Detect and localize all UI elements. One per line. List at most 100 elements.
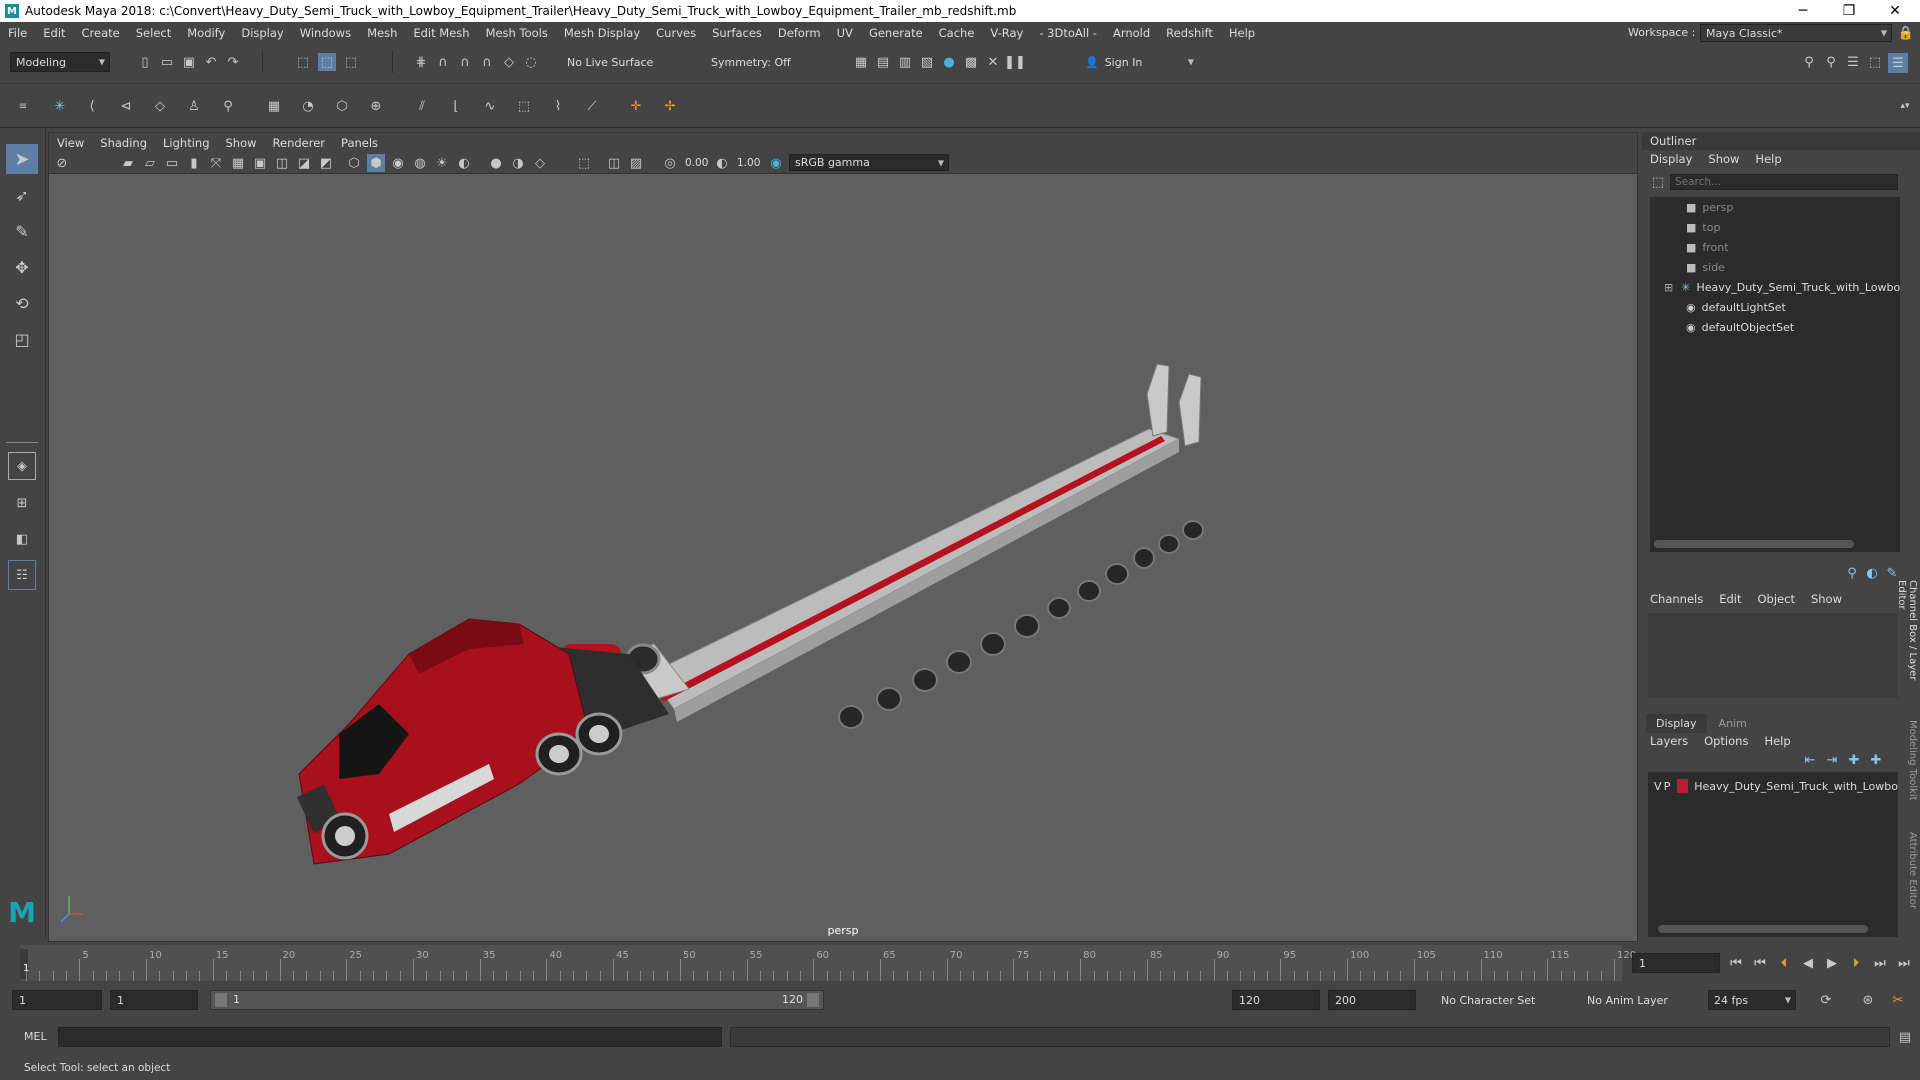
- channel-key-icon[interactable]: ⚲: [1844, 565, 1860, 581]
- bookmarks-icon[interactable]: ▱: [141, 154, 159, 172]
- tab-display[interactable]: Display: [1646, 714, 1707, 733]
- undo-icon[interactable]: ↶: [202, 53, 220, 71]
- menu-generate[interactable]: Generate: [861, 26, 931, 40]
- anti-aliasing-icon[interactable]: ◇: [531, 154, 549, 172]
- flare-deformer-icon[interactable]: ⌊: [444, 94, 468, 118]
- menu-curves[interactable]: Curves: [648, 26, 704, 40]
- motion-blur-icon[interactable]: ◑: [509, 154, 527, 172]
- outliner-item-top[interactable]: ■ top: [1650, 217, 1900, 237]
- layer-row[interactable]: V P Heavy_Duty_Semi_Truck_with_Lowbo: [1648, 776, 1898, 796]
- color-management-icon[interactable]: ◉: [767, 154, 785, 172]
- xray-joints-icon[interactable]: ▨: [627, 154, 645, 172]
- scale-tool-icon[interactable]: ◰: [6, 324, 38, 354]
- move-layer-down-icon[interactable]: ⇥: [1824, 752, 1840, 768]
- current-frame-field[interactable]: 1: [1632, 953, 1720, 973]
- outliner-search-input[interactable]: [1670, 174, 1898, 190]
- anim-layer-dropdown[interactable]: No Anim Layer: [1582, 990, 1682, 1010]
- hypershade-icon[interactable]: ●: [940, 53, 958, 71]
- shadows-icon[interactable]: ◐: [455, 154, 473, 172]
- channel-menu-show[interactable]: Show: [1803, 592, 1850, 606]
- filter-icon[interactable]: ⬚: [1650, 174, 1666, 190]
- outliner-menu-display[interactable]: Display: [1642, 152, 1700, 166]
- go-to-start-icon[interactable]: ⏮: [1726, 953, 1746, 973]
- isolate-select-icon[interactable]: ⬚: [575, 154, 593, 172]
- wave-deformer-icon[interactable]: ⟋: [580, 94, 604, 118]
- wireframe-on-shaded-icon[interactable]: ◉: [389, 154, 407, 172]
- menu-deform[interactable]: Deform: [770, 26, 829, 40]
- select-camera-icon[interactable]: ⊘: [53, 154, 71, 172]
- cluster-icon[interactable]: ⊕: [364, 94, 388, 118]
- layer-color-swatch[interactable]: [1676, 779, 1689, 793]
- render-view-icon[interactable]: ▦: [852, 53, 870, 71]
- go-to-end-icon[interactable]: ⏭: [1894, 953, 1914, 973]
- fps-dropdown[interactable]: 24 fps ▼: [1708, 990, 1796, 1010]
- live-surface-field[interactable]: No Live Surface: [562, 52, 670, 72]
- image-plane-icon[interactable]: ▭: [163, 154, 181, 172]
- skin-tool-icon[interactable]: ◇: [148, 94, 172, 118]
- bend-deformer-icon[interactable]: ⫽: [410, 94, 434, 118]
- menu-windows[interactable]: Windows: [292, 26, 359, 40]
- range-slider-bar[interactable]: 1 120: [210, 990, 824, 1010]
- render-current-icon[interactable]: ▤: [874, 53, 892, 71]
- menu-mesh[interactable]: Mesh: [359, 26, 405, 40]
- move-layer-up-icon[interactable]: ⇤: [1802, 752, 1818, 768]
- four-view-icon[interactable]: ⊞: [8, 488, 36, 518]
- humanik-icon[interactable]: ♙: [182, 94, 206, 118]
- tool-settings-toggle-icon[interactable]: ⬚: [1866, 53, 1884, 71]
- outliner-item-default-light-set[interactable]: ◉ defaultLightSet: [1650, 297, 1900, 317]
- outliner-item-truck-group[interactable]: ⊞ ✳ Heavy_Duty_Semi_Truck_with_Lowboy_E: [1650, 277, 1900, 297]
- sign-in-button[interactable]: 👤 Sign In ▼: [1080, 52, 1198, 72]
- step-back-key-icon[interactable]: ⏮: [1750, 953, 1770, 973]
- viewport-menu-view[interactable]: View: [49, 136, 92, 150]
- save-scene-icon[interactable]: ▣: [180, 53, 198, 71]
- outliner-menu-show[interactable]: Show: [1700, 152, 1747, 166]
- open-scene-icon[interactable]: ▭: [158, 53, 176, 71]
- snap-grid-icon[interactable]: ⋕: [412, 53, 430, 71]
- command-input[interactable]: [58, 1027, 722, 1047]
- viewport-menu-shading[interactable]: Shading: [92, 136, 155, 150]
- redshift-ipr-icon[interactable]: ✕: [984, 53, 1002, 71]
- select-hierarchy-icon[interactable]: ⬚: [294, 53, 312, 71]
- new-scene-icon[interactable]: ▯: [136, 53, 154, 71]
- render-settings-icon[interactable]: ▧: [918, 53, 936, 71]
- maximize-button[interactable]: ❐: [1826, 0, 1872, 22]
- attribute-editor-toggle-icon[interactable]: ☰: [1844, 53, 1862, 71]
- menu-edit-mesh[interactable]: Edit Mesh: [405, 26, 477, 40]
- workspace-dropdown[interactable]: Maya Classic* ▼: [1700, 24, 1892, 42]
- step-back-frame-icon[interactable]: ⏴: [1774, 953, 1794, 973]
- layer-scrollbar[interactable]: [1658, 925, 1868, 933]
- snap-pivot-icon[interactable]: ◌: [522, 53, 540, 71]
- exposure-value[interactable]: 0.00: [685, 157, 708, 169]
- viewport-menu-renderer[interactable]: Renderer: [265, 136, 334, 150]
- menu-edit[interactable]: Edit: [35, 26, 73, 40]
- menu-uv[interactable]: UV: [829, 26, 861, 40]
- joint-tool-icon[interactable]: ⊲: [114, 94, 138, 118]
- paint-select-icon[interactable]: ✎: [6, 216, 38, 246]
- layer-menu-options[interactable]: Options: [1696, 734, 1756, 748]
- field-chart-icon[interactable]: ◩: [317, 154, 335, 172]
- wireframe-icon[interactable]: ⬡: [345, 154, 363, 172]
- film-gate-icon[interactable]: ▣: [251, 154, 269, 172]
- layer-menu-layers[interactable]: Layers: [1642, 734, 1696, 748]
- tab-attribute-editor[interactable]: Attribute Editor: [1902, 832, 1918, 922]
- viewport-menu-panels[interactable]: Panels: [333, 136, 386, 150]
- playback-end-field[interactable]: 120: [1232, 990, 1320, 1010]
- create-ik-icon[interactable]: ⟨: [80, 94, 104, 118]
- time-slider[interactable]: 1 5 10 15 20 25 30 35 40 45 50 55 60 65 70 75 80 85 90 95 1…: [0, 945, 1920, 985]
- snap-point-icon[interactable]: ∩: [456, 53, 474, 71]
- tab-channel-box-layer-editor[interactable]: Channel Box / Layer Editor: [1896, 580, 1918, 700]
- gamma-value[interactable]: 1.00: [737, 157, 760, 169]
- layer-visibility-toggle[interactable]: V: [1654, 780, 1664, 793]
- viewport-menu-show[interactable]: Show: [218, 136, 265, 150]
- tab-anim[interactable]: Anim: [1709, 714, 1757, 733]
- ipr-render-icon[interactable]: ▥: [896, 53, 914, 71]
- animation-end-field[interactable]: 200: [1328, 990, 1416, 1010]
- layer-playback-toggle[interactable]: P: [1664, 780, 1677, 793]
- outliner-item-side[interactable]: ■ side: [1650, 257, 1900, 277]
- rotate-tool-icon[interactable]: ⟲: [6, 288, 38, 318]
- xray-icon[interactable]: ◫: [605, 154, 623, 172]
- snap-curve-icon[interactable]: ∩: [434, 53, 452, 71]
- character-set-dropdown[interactable]: No Character Set: [1436, 990, 1576, 1010]
- twist-deformer-icon[interactable]: ⌇: [546, 94, 570, 118]
- menu-create[interactable]: Create: [74, 26, 128, 40]
